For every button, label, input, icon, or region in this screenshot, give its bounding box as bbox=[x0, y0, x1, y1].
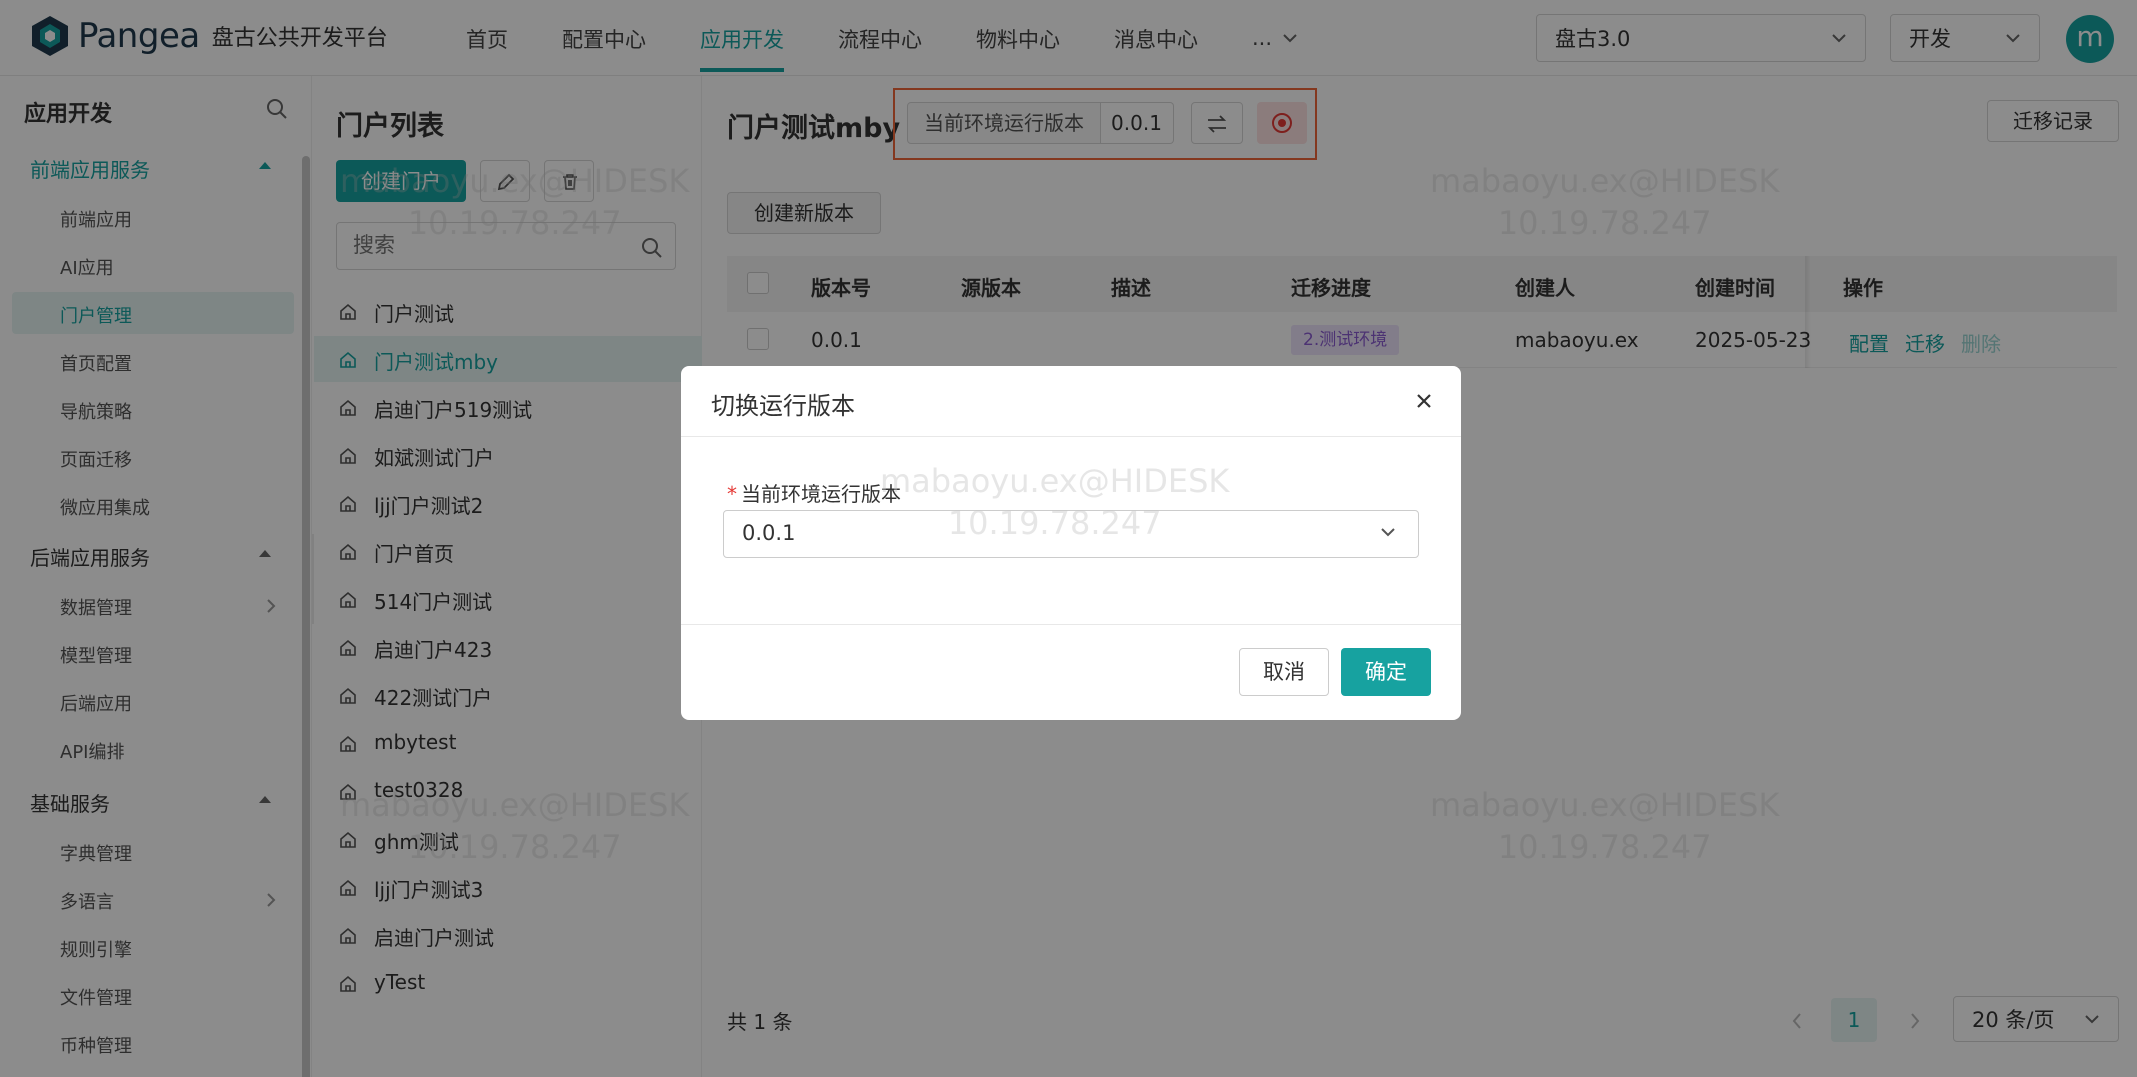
switch-version-dialog: 切换运行版本 * 当前环境运行版本 0.0.1 取消 确定 bbox=[681, 366, 1461, 720]
version-select[interactable]: 0.0.1 bbox=[723, 510, 1419, 558]
field-label: * 当前环境运行版本 bbox=[727, 478, 901, 507]
required-mark: * bbox=[727, 482, 737, 506]
field-label-text: 当前环境运行版本 bbox=[741, 482, 901, 506]
cancel-button[interactable]: 取消 bbox=[1239, 648, 1329, 696]
dialog-divider bbox=[681, 436, 1461, 437]
confirm-button[interactable]: 确定 bbox=[1341, 648, 1431, 696]
dialog-divider bbox=[681, 624, 1461, 625]
chevron-down-icon bbox=[1381, 528, 1395, 537]
version-select-value: 0.0.1 bbox=[742, 521, 796, 545]
dialog-title: 切换运行版本 bbox=[711, 392, 855, 420]
close-icon[interactable] bbox=[1411, 388, 1437, 414]
